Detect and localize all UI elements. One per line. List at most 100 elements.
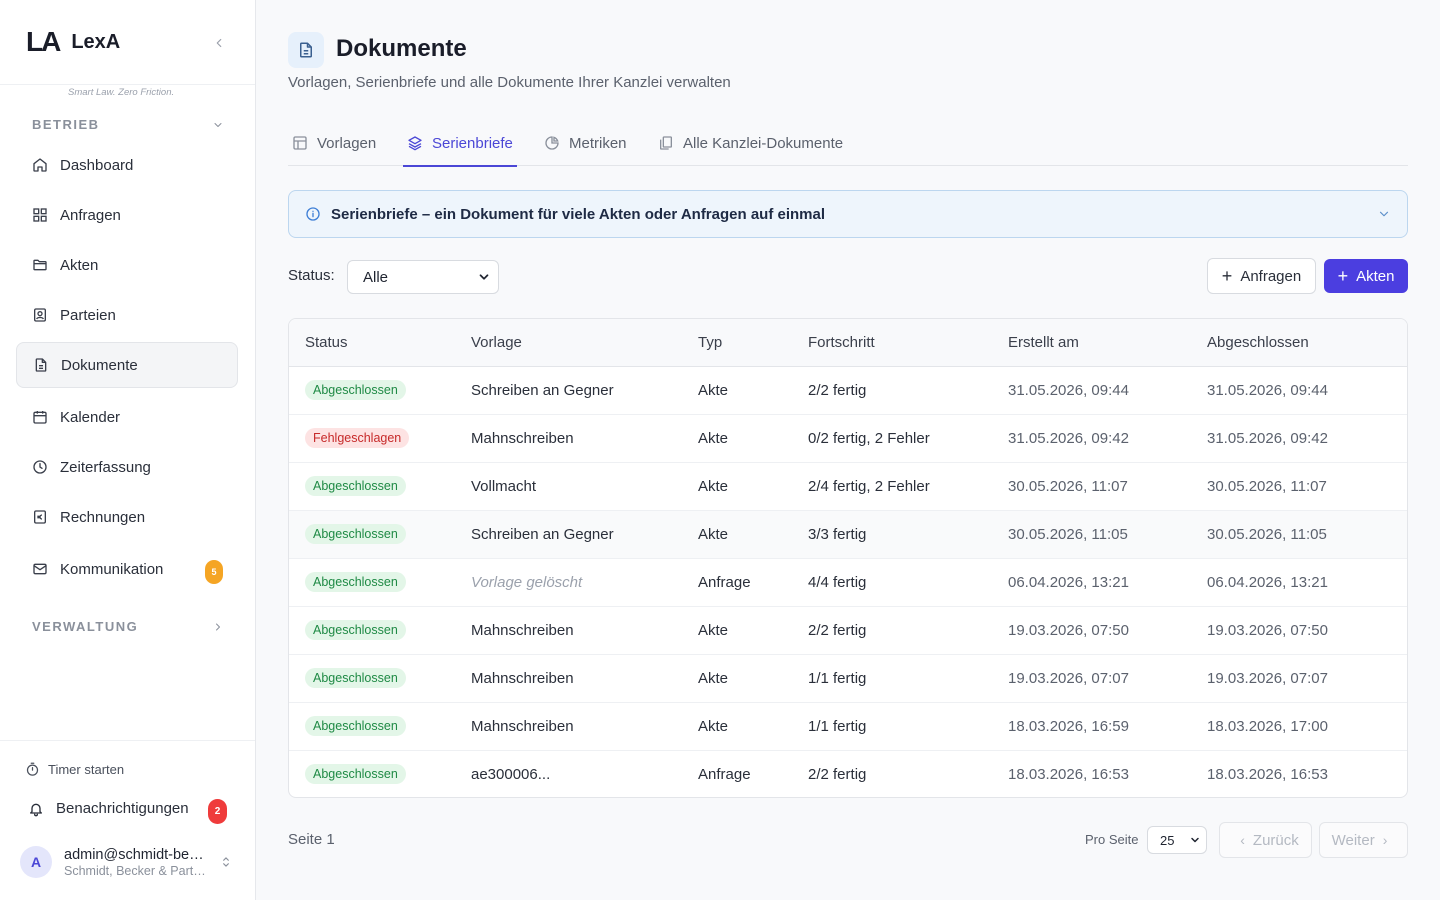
info-banner[interactable]: Serienbriefe – ein Dokument für viele Ak… bbox=[288, 190, 1408, 238]
mail-icon bbox=[32, 561, 48, 577]
add-akten-button[interactable]: + Akten bbox=[1324, 259, 1408, 293]
notifications-button[interactable]: Benachrichtigungen 2 bbox=[28, 799, 228, 824]
cell-fortschritt: 1/1 fertig bbox=[808, 702, 1008, 751]
sidebar-item-rechnungen[interactable]: Rechnungen bbox=[16, 494, 238, 540]
cell-abgeschlossen: 18.03.2026, 17:00 bbox=[1207, 702, 1407, 751]
sidebar-item-kommunikation[interactable]: Kommunikation 5 bbox=[16, 546, 238, 592]
status-badge: Abgeschlossen bbox=[305, 380, 406, 400]
cell-erstellt: 31.05.2026, 09:42 bbox=[1008, 414, 1207, 463]
per-page-label: Pro Seite bbox=[1085, 832, 1139, 847]
tab-bar: Vorlagen Serienbriefe Metriken Alle Kanz… bbox=[288, 120, 1408, 167]
chevron-right-icon: › bbox=[1382, 832, 1388, 848]
serienbriefe-table: Status Vorlage Typ Fortschritt Erstellt … bbox=[288, 318, 1408, 798]
clock-icon bbox=[32, 459, 48, 475]
cell-fortschritt: 2/2 fertig bbox=[808, 366, 1008, 415]
section-label: BETRIEB bbox=[32, 117, 100, 132]
sidebar-item-zeiterfassung[interactable]: Zeiterfassung bbox=[16, 444, 238, 490]
per-page-select[interactable]: 25 bbox=[1147, 826, 1207, 854]
notifications-badge: 2 bbox=[208, 799, 227, 824]
contact-icon bbox=[32, 307, 48, 323]
column-header: Fortschritt bbox=[808, 319, 1008, 367]
cell-vorlage: Vorlage gelöscht bbox=[471, 558, 698, 607]
layers-icon bbox=[407, 135, 423, 151]
status-filter-select[interactable]: Alle bbox=[347, 260, 499, 294]
table-row[interactable]: Abgeschlossen Schreiben an Gegner Akte 2… bbox=[289, 366, 1407, 415]
sidebar-item-anfragen[interactable]: Anfragen bbox=[16, 192, 238, 238]
cell-fortschritt: 3/3 fertig bbox=[808, 510, 1008, 559]
chevron-up-down-icon bbox=[219, 855, 233, 869]
table-row[interactable]: Abgeschlossen Vollmacht Akte 2/4 fertig,… bbox=[289, 462, 1407, 511]
tab-label: Vorlagen bbox=[317, 134, 377, 152]
table-row[interactable]: Abgeschlossen Mahnschreiben Akte 2/2 fer… bbox=[289, 606, 1407, 655]
tab-metriken[interactable]: Metriken bbox=[544, 120, 627, 166]
table-row[interactable]: Abgeschlossen ae300006... Anfrage 2/2 fe… bbox=[289, 750, 1407, 797]
cell-erstellt: 06.04.2026, 13:21 bbox=[1008, 558, 1207, 607]
cell-vorlage: Mahnschreiben bbox=[471, 414, 698, 463]
cell-erstellt: 18.03.2026, 16:53 bbox=[1008, 765, 1129, 783]
user-menu[interactable]: A admin@schmidt-becker.de Schmidt, Becke… bbox=[20, 842, 240, 882]
cell-fortschritt: 2/2 fertig bbox=[808, 606, 1008, 655]
sidebar-item-label: Dashboard bbox=[60, 156, 134, 174]
section-betrieb[interactable]: BETRIEB bbox=[32, 117, 224, 132]
tagline: Smart Law. Zero Friction. bbox=[68, 87, 175, 98]
tab-label: Metriken bbox=[569, 134, 627, 152]
column-header: Erstellt am bbox=[1008, 319, 1207, 367]
divider bbox=[0, 84, 255, 85]
sidebar-item-label: Rechnungen bbox=[60, 508, 146, 526]
brand-logo: LA bbox=[26, 26, 61, 57]
cell-vorlage: Schreiben an Gegner bbox=[471, 366, 698, 415]
tab-serienbriefe[interactable]: Serienbriefe bbox=[403, 120, 517, 167]
sidebar-item-kalender[interactable]: Kalender bbox=[16, 394, 238, 440]
chevron-right-icon bbox=[216, 623, 220, 630]
cell-abgeschlossen: 31.05.2026, 09:44 bbox=[1207, 366, 1407, 415]
chevron-down-icon bbox=[477, 270, 491, 288]
tab-label: Serienbriefe bbox=[432, 134, 513, 152]
cell-fortschritt: 4/4 fertig bbox=[808, 558, 1008, 607]
table-row[interactable]: Abgeschlossen Schreiben an Gegner Akte 3… bbox=[289, 510, 1407, 559]
column-header: Vorlage bbox=[471, 319, 698, 367]
sidebar-item-dokumente[interactable]: Dokumente bbox=[16, 342, 238, 388]
sidebar-item-label: Kalender bbox=[60, 408, 121, 426]
next-page-button[interactable]: Weiter › bbox=[1319, 822, 1408, 858]
cell-erstellt: 19.03.2026, 07:50 bbox=[1008, 606, 1207, 655]
table-row[interactable]: Abgeschlossen Mahnschreiben Akte 1/1 fer… bbox=[289, 654, 1407, 703]
status-filter-value: Alle bbox=[363, 268, 389, 286]
tab-vorlagen[interactable]: Vorlagen bbox=[292, 120, 376, 166]
cell-typ: Anfrage bbox=[698, 558, 808, 607]
stopwatch-icon bbox=[24, 761, 40, 777]
notifications-label: Benachrichtigungen bbox=[56, 800, 189, 817]
grid-icon bbox=[32, 207, 48, 223]
sidebar-item-parteien[interactable]: Parteien bbox=[16, 292, 238, 338]
table-row[interactable]: Abgeschlossen Vorlage gelöscht Anfrage 4… bbox=[289, 558, 1407, 607]
cell-abgeschlossen: 30.05.2026, 11:05 bbox=[1207, 510, 1407, 559]
cell-typ: Akte bbox=[698, 366, 808, 415]
table-row[interactable]: Fehlgeschlagen Mahnschreiben Akte 0/2 fe… bbox=[289, 414, 1407, 463]
cell-abgeschlossen: 30.05.2026, 11:07 bbox=[1207, 462, 1407, 511]
cell-abgeschlossen: 19.03.2026, 07:50 bbox=[1207, 606, 1407, 655]
cell-vorlage: Vollmacht bbox=[471, 462, 698, 511]
sidebar-item-akten[interactable]: Akten bbox=[16, 242, 238, 288]
button-label: Weiter bbox=[1331, 831, 1375, 849]
cell-vorlage: Mahnschreiben bbox=[471, 654, 698, 703]
collapse-sidebar-button[interactable] bbox=[208, 32, 230, 54]
cell-vorlage: Mahnschreiben bbox=[471, 702, 698, 751]
timer-start-button[interactable]: Timer starten bbox=[24, 761, 124, 777]
sidebar-item-label: Akten bbox=[60, 256, 99, 274]
table-row[interactable]: Abgeschlossen Mahnschreiben Akte 1/1 fer… bbox=[289, 702, 1407, 751]
column-header: Abgeschlossen bbox=[1207, 319, 1407, 367]
tab-alle-kanzlei-dokumente[interactable]: Alle Kanzlei-Dokumente bbox=[658, 120, 843, 166]
add-anfragen-button[interactable]: + Anfragen bbox=[1207, 258, 1316, 294]
folder-icon bbox=[32, 257, 48, 273]
invoice-icon bbox=[32, 509, 48, 525]
section-verwaltung[interactable]: VERWALTUNG bbox=[32, 619, 224, 634]
plus-icon: + bbox=[1221, 266, 1233, 286]
main-content: Dokumente Vorlagen, Serienbriefe und all… bbox=[256, 0, 1440, 900]
column-header: Status bbox=[289, 319, 471, 367]
page-title: Dokumente bbox=[336, 35, 467, 62]
sidebar-item-dashboard[interactable]: Dashboard bbox=[16, 142, 238, 188]
section-label: VERWALTUNG bbox=[32, 619, 139, 634]
cell-fortschritt: 2/2 fertig bbox=[808, 765, 867, 783]
previous-page-button[interactable]: ‹ Zurück bbox=[1219, 822, 1312, 858]
cell-typ: Akte bbox=[698, 654, 808, 703]
brand[interactable]: LA LexA bbox=[26, 28, 120, 56]
